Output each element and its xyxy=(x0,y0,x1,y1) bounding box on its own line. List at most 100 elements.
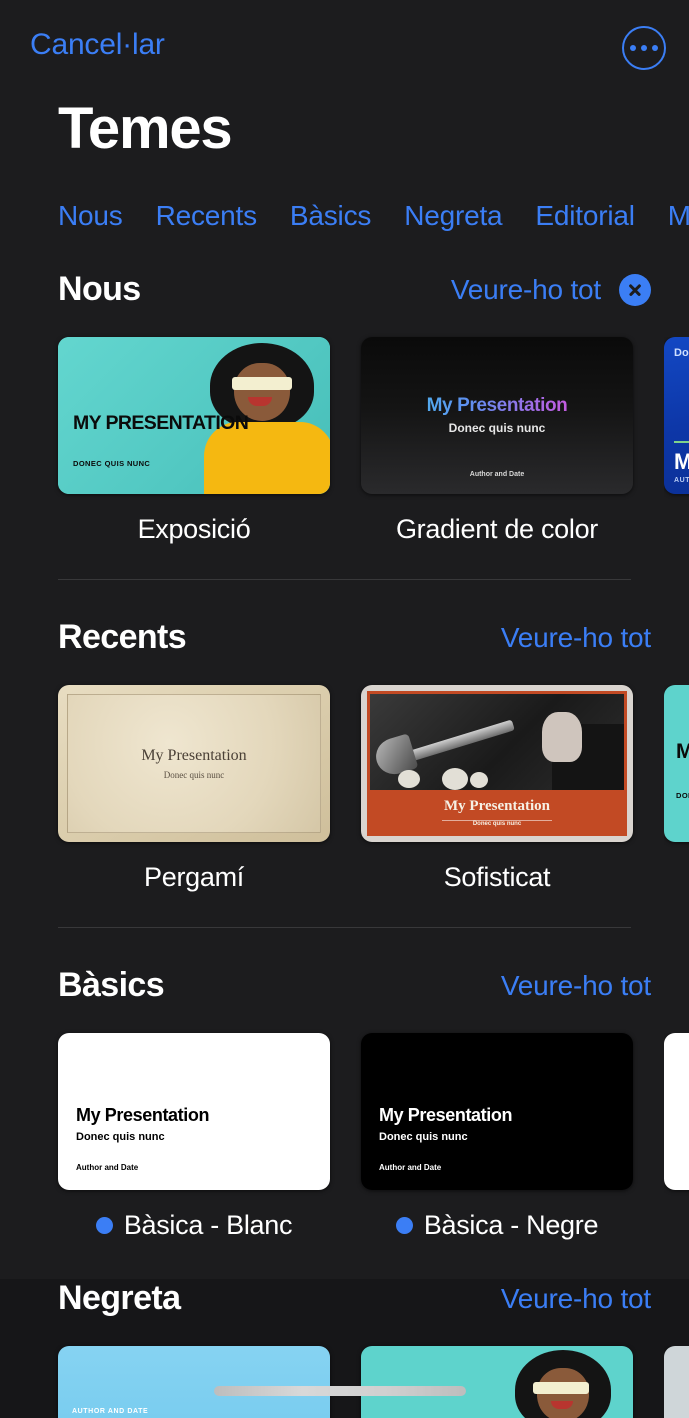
section-title-negreta: Negreta xyxy=(58,1279,181,1317)
theme-caption: Bàsica - Blanc xyxy=(58,1210,330,1241)
theme-card-pergami[interactable]: My Presentation Donec quis nunc Pergamí xyxy=(58,685,330,893)
theme-thumbnail[interactable]: Donec My AUTHOR AND DATE xyxy=(664,337,689,494)
tab-nous[interactable]: Nous xyxy=(58,200,123,232)
trumpet-photo xyxy=(370,694,624,790)
tab-editorial[interactable]: Editorial xyxy=(535,200,635,232)
slide-preview-negreta-1: AUTHOR AND DATE MY PRESENTATION xyxy=(58,1346,330,1418)
slide-preview-basica-blanc: My Presentation Donec quis nunc Author a… xyxy=(58,1033,330,1190)
slide-title-band: My Presentation Donec quis nunc xyxy=(370,793,624,833)
bokeh-light-2 xyxy=(442,768,468,790)
slide-preview-plain xyxy=(664,1346,689,1418)
theme-thumbnail[interactable] xyxy=(664,1033,689,1190)
theme-card-partial[interactable] xyxy=(664,1346,689,1418)
theme-card-sofisticat[interactable]: My Presentation Donec quis nunc Sofistic… xyxy=(361,685,633,893)
sunglasses-icon xyxy=(533,1382,589,1394)
slide-subtitle: Donec quis nunc xyxy=(163,770,225,780)
theme-row-basics: My Presentation Donec quis nunc Author a… xyxy=(0,1033,689,1241)
slide-subtitle: Donec quis nunc xyxy=(472,821,522,827)
bokeh-light-1 xyxy=(398,770,420,788)
section-header-negreta: Negreta Veure-ho tot xyxy=(0,1279,689,1318)
theme-thumbnail[interactable]: My Presentation Donec quis nunc Author a… xyxy=(58,1033,330,1190)
slide-title: My Presentation xyxy=(361,395,633,417)
section-actions-basics: Veure-ho tot xyxy=(501,970,651,1002)
theme-status-dot xyxy=(395,1217,413,1234)
slide-subtitle: DONEC QUIS NUNC xyxy=(676,791,689,800)
theme-thumbnail[interactable]: MY PRESENTATION DONEC QUIS NUNC xyxy=(58,337,330,494)
slide-author: Author and Date xyxy=(469,471,525,478)
tab-basics[interactable]: Bàsics xyxy=(290,200,371,232)
see-all-recents-button[interactable]: Veure-ho tot xyxy=(501,622,651,654)
slide-title: My Presentation xyxy=(141,747,247,764)
section-header-nous: Nous Veure-ho tot xyxy=(0,270,689,309)
themes-picker-screen: Cancel·lar Temes Nous Recents Bàsics Neg… xyxy=(0,0,689,1418)
theme-status-dot xyxy=(95,1217,113,1234)
section-basics: Bàsics Veure-ho tot My Presentation Done… xyxy=(0,966,689,1241)
theme-thumbnail[interactable]: MY PRESENTATION DONEC QUIS NUNC xyxy=(664,685,689,842)
theme-card-basica-blanc[interactable]: My Presentation Donec quis nunc Author a… xyxy=(58,1033,330,1241)
slide-title: My Presentation xyxy=(379,1105,513,1125)
section-actions-nous: Veure-ho tot xyxy=(451,273,651,306)
slide-subtitle: Donec quis nunc xyxy=(448,421,546,435)
theme-thumbnail[interactable]: My Presentation Donec quis nunc xyxy=(361,685,633,842)
slide-title: MY PRESENTATION xyxy=(676,740,689,763)
theme-card-exposicio[interactable]: MY PRESENTATION DONEC QUIS NUNC Exposici… xyxy=(58,337,330,545)
slide-author: AUTHOR AND DATE xyxy=(72,1408,149,1415)
slide-author: Author and Date xyxy=(76,1163,139,1172)
theme-thumbnail[interactable]: MY xyxy=(361,1346,633,1418)
slide-preview-exposicio: MY PRESENTATION DONEC QUIS NUNC xyxy=(58,337,330,494)
top-navigation-bar: Cancel·lar xyxy=(0,0,689,92)
slide-preview-pergami: My Presentation Donec quis nunc xyxy=(58,685,330,842)
slide-preview-teal: MY PRESENTATION DONEC QUIS NUNC xyxy=(664,685,689,842)
theme-caption: Gradient de color xyxy=(361,514,633,545)
theme-name: Bàsica - Blanc xyxy=(123,1210,293,1240)
theme-thumbnail[interactable]: My Presentation Donec quis nunc xyxy=(58,685,330,842)
see-all-nous-button[interactable]: Veure-ho tot xyxy=(451,274,601,306)
close-icon[interactable] xyxy=(619,273,651,306)
theme-card-basica-negre[interactable]: My Presentation Donec quis nunc Author a… xyxy=(361,1033,633,1241)
section-title-nous: Nous xyxy=(58,270,141,308)
ellipsis-dot-2 xyxy=(641,45,647,51)
slide-preview-basica-negre: My Presentation Donec quis nunc Author a… xyxy=(361,1033,633,1190)
theme-card-negreta-1[interactable]: AUTHOR AND DATE MY PRESENTATION xyxy=(58,1346,330,1418)
see-all-negreta-button[interactable]: Veure-ho tot xyxy=(501,1283,651,1315)
theme-card-partial[interactable] xyxy=(664,1033,689,1241)
slide-subtitle: DONEC QUIS NUNC xyxy=(73,459,151,468)
page-title: Temes xyxy=(58,96,233,161)
tab-recents[interactable]: Recents xyxy=(156,200,258,232)
theme-name: Gradient de color xyxy=(395,514,598,544)
theme-name: Pergamí xyxy=(144,862,244,892)
category-tab-bar[interactable]: Nous Recents Bàsics Negreta Editorial Mi xyxy=(0,200,689,232)
ellipsis-dot-3 xyxy=(652,45,658,51)
cancel-button[interactable]: Cancel·lar xyxy=(30,28,165,62)
section-header-recents: Recents Veure-ho tot xyxy=(0,618,689,657)
theme-card-gradient-de-color[interactable]: My Presentation Donec quis nunc Author a… xyxy=(361,337,633,545)
section-title-basics: Bàsics xyxy=(58,966,165,1004)
section-actions-recents: Veure-ho tot xyxy=(501,622,651,654)
tab-negreta[interactable]: Negreta xyxy=(404,200,502,232)
see-all-basics-button[interactable]: Veure-ho tot xyxy=(501,970,651,1002)
slide-subtitle: Donec xyxy=(674,347,689,359)
hand-shape xyxy=(542,712,582,762)
slide-title: MY PRESENTATION xyxy=(73,412,249,434)
slide-title: My Presentation xyxy=(444,798,550,814)
theme-caption: Pergamí xyxy=(58,862,330,893)
theme-thumbnail[interactable] xyxy=(664,1346,689,1418)
theme-thumbnail[interactable]: AUTHOR AND DATE MY PRESENTATION xyxy=(58,1346,330,1418)
ellipsis-circle-icon[interactable] xyxy=(622,26,666,70)
theme-row-nous: MY PRESENTATION DONEC QUIS NUNC Exposici… xyxy=(0,337,689,545)
theme-caption: Exposició xyxy=(58,514,330,545)
theme-thumbnail[interactable]: My Presentation Donec quis nunc Author a… xyxy=(361,337,633,494)
section-actions-negreta: Veure-ho tot xyxy=(501,1283,651,1315)
section-recents: Recents Veure-ho tot My Presentation Don… xyxy=(0,618,689,928)
theme-thumbnail[interactable]: My Presentation Donec quis nunc Author a… xyxy=(361,1033,633,1190)
scroll-indicator[interactable] xyxy=(214,1386,466,1396)
slide-author: Author and Date xyxy=(379,1163,442,1172)
theme-name: Bàsica - Negre xyxy=(423,1210,599,1240)
theme-caption: Sofisticat xyxy=(361,862,633,893)
theme-card-partial[interactable]: Donec My AUTHOR AND DATE xyxy=(664,337,689,545)
theme-card-negreta-2[interactable]: MY xyxy=(361,1346,633,1418)
theme-card-partial[interactable]: MY PRESENTATION DONEC QUIS NUNC xyxy=(664,685,689,893)
tab-mi[interactable]: Mi xyxy=(668,200,689,232)
section-divider xyxy=(58,927,631,928)
slide-preview-negreta-2: MY xyxy=(361,1346,633,1418)
